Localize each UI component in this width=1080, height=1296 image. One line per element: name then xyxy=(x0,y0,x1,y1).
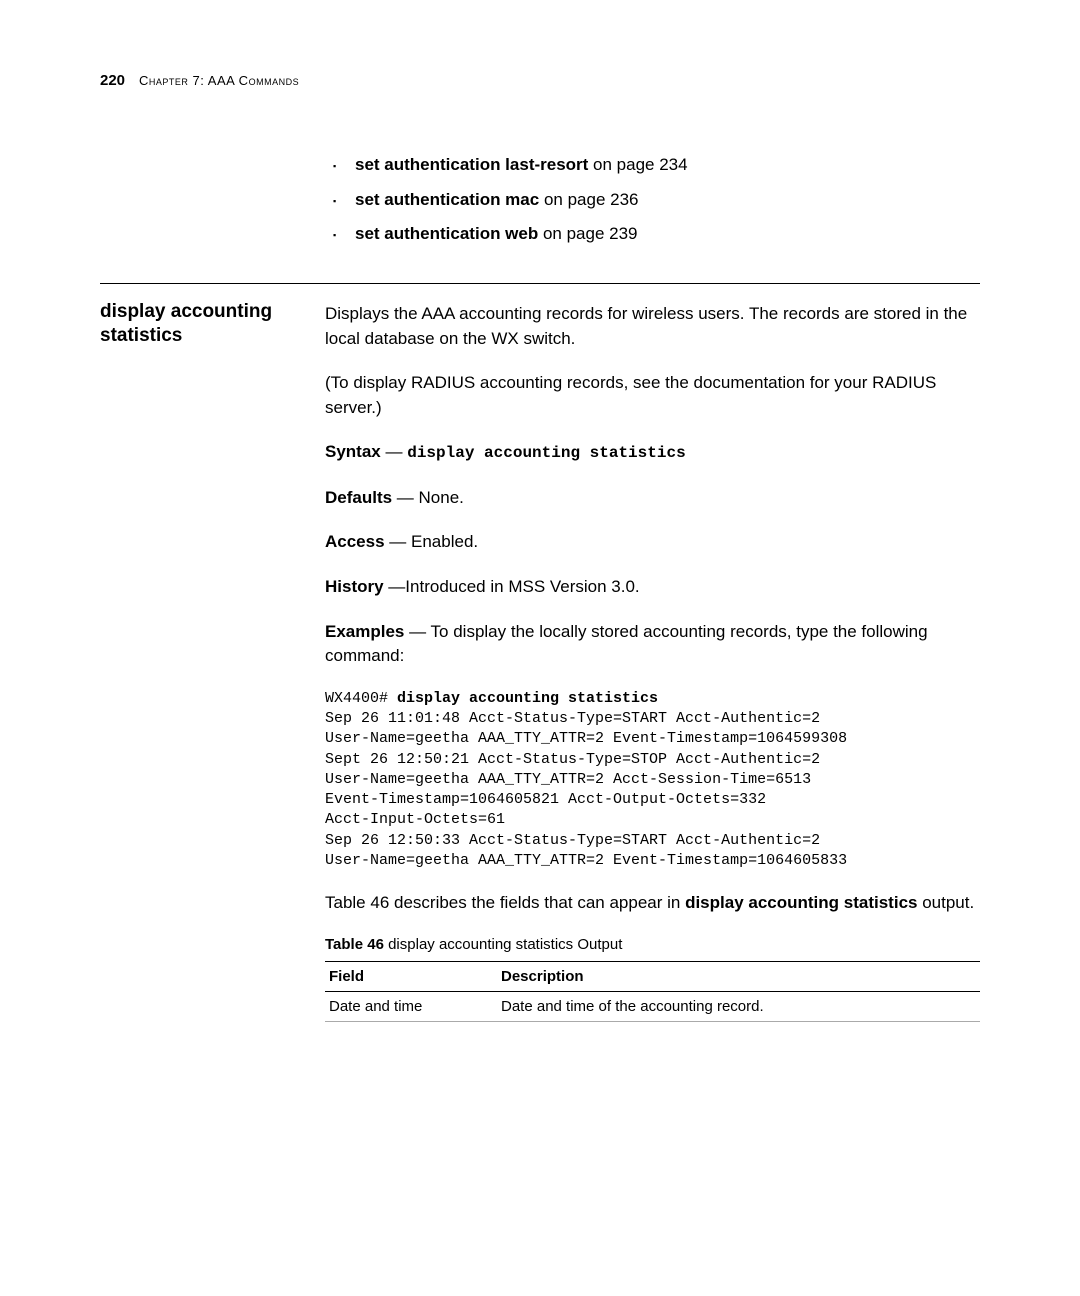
example-command: display accounting statistics xyxy=(397,690,658,707)
list-item: set authentication web on page 239 xyxy=(325,222,980,247)
access-label: Access xyxy=(325,532,385,551)
table-caption-label: Table 46 xyxy=(325,936,384,953)
syntax-label: Syntax xyxy=(325,442,381,461)
chapter-title: Chapter 7: AAA Commands xyxy=(139,73,299,88)
table-caption: Table 46 display accounting statistics O… xyxy=(325,936,980,953)
example-prompt: WX4400# xyxy=(325,690,397,707)
example-output: Sep 26 11:01:48 Acct-Status-Type=START A… xyxy=(325,710,847,869)
table-header-description: Description xyxy=(497,961,980,991)
history-value: —Introduced in MSS Version 3.0. xyxy=(384,577,640,596)
page-ref: on page 236 xyxy=(539,190,638,209)
defaults-row: Defaults — None. xyxy=(325,486,980,511)
table-header-row: Field Description xyxy=(325,961,980,991)
table-cell-field: Date and time xyxy=(325,991,497,1021)
page-ref: on page 234 xyxy=(588,155,687,174)
list-item: set authentication mac on page 236 xyxy=(325,188,980,213)
page-container: 220 Chapter 7: AAA Commands set authenti… xyxy=(0,0,1080,1062)
defaults-value: — None. xyxy=(392,488,464,507)
history-row: History —Introduced in MSS Version 3.0. xyxy=(325,575,980,600)
command-name: set authentication mac xyxy=(355,190,539,209)
examples-row: Examples — To display the locally stored… xyxy=(325,620,980,669)
table-cell-description: Date and time of the accounting record. xyxy=(497,991,980,1021)
access-value: — Enabled. xyxy=(385,532,479,551)
dash: — xyxy=(385,442,407,461)
defaults-label: Defaults xyxy=(325,488,392,507)
related-commands-list: set authentication last-resort on page 2… xyxy=(325,153,980,247)
table-intro-cmd: display accounting statistics xyxy=(685,893,917,912)
history-label: History xyxy=(325,577,384,596)
syntax-command: display accounting statistics xyxy=(407,444,685,462)
command-name: set authentication last-resort xyxy=(355,155,588,174)
table-header-field: Field xyxy=(325,961,497,991)
examples-label: Examples xyxy=(325,622,404,641)
syntax-row: Syntax — display accounting statistics xyxy=(325,440,980,465)
output-fields-table: Field Description Date and time Date and… xyxy=(325,961,980,1022)
table-intro-paragraph: Table 46 describes the fields that can a… xyxy=(325,891,980,916)
access-row: Access — Enabled. xyxy=(325,530,980,555)
page-number: 220 xyxy=(100,72,125,89)
example-code-block: WX4400# display accounting statistics Se… xyxy=(325,689,980,871)
table-caption-text: display accounting statistics Output xyxy=(384,936,622,953)
examples-value: — To display the locally stored accounti… xyxy=(325,622,928,666)
table-intro-pre: Table 46 describes the fields that can a… xyxy=(325,893,685,912)
section-divider xyxy=(100,283,980,284)
page-ref: on page 239 xyxy=(538,224,637,243)
section-heading: display accounting statistics xyxy=(100,300,285,348)
command-name: set authentication web xyxy=(355,224,538,243)
note-paragraph: (To display RADIUS accounting records, s… xyxy=(325,371,980,420)
intro-paragraph: Displays the AAA accounting records for … xyxy=(325,302,980,351)
page-header: 220 Chapter 7: AAA Commands xyxy=(100,72,980,89)
table-row: Date and time Date and time of the accou… xyxy=(325,991,980,1021)
table-intro-post: output. xyxy=(917,893,974,912)
list-item: set authentication last-resort on page 2… xyxy=(325,153,980,178)
